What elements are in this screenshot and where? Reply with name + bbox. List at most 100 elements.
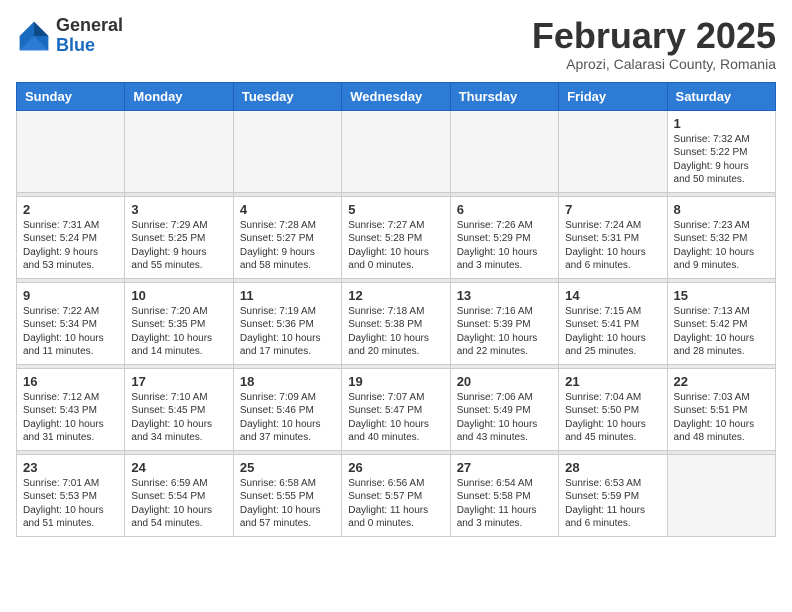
day-number: 6 bbox=[457, 202, 552, 217]
weekday-header-row: SundayMondayTuesdayWednesdayThursdayFrid… bbox=[17, 82, 776, 110]
calendar-cell bbox=[667, 454, 775, 536]
day-number: 17 bbox=[131, 374, 226, 389]
calendar-cell bbox=[559, 110, 667, 192]
title-block: February 2025 Aprozi, Calarasi County, R… bbox=[532, 16, 776, 72]
day-info: Sunrise: 7:26 AM Sunset: 5:29 PM Dayligh… bbox=[457, 219, 552, 273]
day-number: 9 bbox=[23, 288, 118, 303]
calendar-cell: 8 Sunrise: 7:23 AM Sunset: 5:32 PM Daylig… bbox=[667, 196, 775, 278]
day-info: Sunrise: 7:23 AM Sunset: 5:32 PM Dayligh… bbox=[674, 219, 769, 273]
calendar-cell: 25 Sunrise: 6:58 AM Sunset: 5:55 PM Dayli… bbox=[233, 454, 341, 536]
day-number: 3 bbox=[131, 202, 226, 217]
day-info: Sunrise: 7:12 AM Sunset: 5:43 PM Dayligh… bbox=[23, 391, 118, 445]
day-number: 18 bbox=[240, 374, 335, 389]
day-number: 15 bbox=[674, 288, 769, 303]
calendar-cell: 5 Sunrise: 7:27 AM Sunset: 5:28 PM Daylig… bbox=[342, 196, 450, 278]
day-info: Sunrise: 7:32 AM Sunset: 5:22 PM Dayligh… bbox=[674, 133, 769, 187]
day-info: Sunrise: 7:07 AM Sunset: 5:47 PM Dayligh… bbox=[348, 391, 443, 445]
calendar-cell: 12 Sunrise: 7:18 AM Sunset: 5:38 PM Dayli… bbox=[342, 282, 450, 364]
day-number: 24 bbox=[131, 460, 226, 475]
day-number: 12 bbox=[348, 288, 443, 303]
day-info: Sunrise: 7:04 AM Sunset: 5:50 PM Dayligh… bbox=[565, 391, 660, 445]
calendar-cell: 14Sunrise: 7:15 AM Sunset: 5:41 PM Dayli… bbox=[559, 282, 667, 364]
day-info: Sunrise: 7:28 AM Sunset: 5:27 PM Dayligh… bbox=[240, 219, 335, 273]
day-info: Sunrise: 7:29 AM Sunset: 5:25 PM Dayligh… bbox=[131, 219, 226, 273]
month-title: February 2025 bbox=[532, 16, 776, 56]
day-number: 10 bbox=[131, 288, 226, 303]
day-number: 22 bbox=[674, 374, 769, 389]
calendar-cell: 16 Sunrise: 7:12 AM Sunset: 5:43 PM Dayli… bbox=[17, 368, 125, 450]
page-header: General Blue February 2025 Aprozi, Calar… bbox=[16, 16, 776, 72]
day-number: 5 bbox=[348, 202, 443, 217]
calendar-cell: 4 Sunrise: 7:28 AM Sunset: 5:27 PM Daylig… bbox=[233, 196, 341, 278]
calendar-cell: 21 Sunrise: 7:04 AM Sunset: 5:50 PM Dayli… bbox=[559, 368, 667, 450]
weekday-header: Tuesday bbox=[233, 82, 341, 110]
day-number: 13 bbox=[457, 288, 552, 303]
calendar-cell: 24 Sunrise: 6:59 AM Sunset: 5:54 PM Dayli… bbox=[125, 454, 233, 536]
day-number: 21 bbox=[565, 374, 660, 389]
day-info: Sunrise: 6:56 AM Sunset: 5:57 PM Dayligh… bbox=[348, 477, 443, 531]
calendar-cell bbox=[342, 110, 450, 192]
day-info: Sunrise: 7:20 AM Sunset: 5:35 PM Dayligh… bbox=[131, 305, 226, 359]
day-number: 4 bbox=[240, 202, 335, 217]
calendar-week-row: 2Sunrise: 7:31 AM Sunset: 5:24 PM Daylig… bbox=[17, 196, 776, 278]
day-info: Sunrise: 7:31 AM Sunset: 5:24 PM Dayligh… bbox=[23, 219, 118, 273]
calendar-cell: 1 Sunrise: 7:32 AM Sunset: 5:22 PM Daylig… bbox=[667, 110, 775, 192]
day-number: 20 bbox=[457, 374, 552, 389]
calendar-cell: 3 Sunrise: 7:29 AM Sunset: 5:25 PM Daylig… bbox=[125, 196, 233, 278]
day-info: Sunrise: 6:58 AM Sunset: 5:55 PM Dayligh… bbox=[240, 477, 335, 531]
calendar-week-row: 23Sunrise: 7:01 AM Sunset: 5:53 PM Dayli… bbox=[17, 454, 776, 536]
logo-blue-text: Blue bbox=[56, 35, 95, 55]
calendar-table: SundayMondayTuesdayWednesdayThursdayFrid… bbox=[16, 82, 776, 537]
day-number: 1 bbox=[674, 116, 769, 131]
day-number: 19 bbox=[348, 374, 443, 389]
day-info: Sunrise: 6:53 AM Sunset: 5:59 PM Dayligh… bbox=[565, 477, 660, 531]
weekday-header: Monday bbox=[125, 82, 233, 110]
logo-general-text: General bbox=[56, 15, 123, 35]
calendar-cell bbox=[17, 110, 125, 192]
day-number: 27 bbox=[457, 460, 552, 475]
location-text: Aprozi, Calarasi County, Romania bbox=[532, 56, 776, 72]
calendar-cell: 23Sunrise: 7:01 AM Sunset: 5:53 PM Dayli… bbox=[17, 454, 125, 536]
day-number: 8 bbox=[674, 202, 769, 217]
day-info: Sunrise: 7:18 AM Sunset: 5:38 PM Dayligh… bbox=[348, 305, 443, 359]
weekday-header: Wednesday bbox=[342, 82, 450, 110]
calendar-cell: 15 Sunrise: 7:13 AM Sunset: 5:42 PM Dayli… bbox=[667, 282, 775, 364]
day-number: 26 bbox=[348, 460, 443, 475]
day-number: 23 bbox=[23, 460, 118, 475]
calendar-cell: 13Sunrise: 7:16 AM Sunset: 5:39 PM Dayli… bbox=[450, 282, 558, 364]
calendar-cell: 27 Sunrise: 6:54 AM Sunset: 5:58 PM Dayli… bbox=[450, 454, 558, 536]
day-info: Sunrise: 7:13 AM Sunset: 5:42 PM Dayligh… bbox=[674, 305, 769, 359]
day-info: Sunrise: 7:10 AM Sunset: 5:45 PM Dayligh… bbox=[131, 391, 226, 445]
day-info: Sunrise: 6:59 AM Sunset: 5:54 PM Dayligh… bbox=[131, 477, 226, 531]
weekday-header: Saturday bbox=[667, 82, 775, 110]
calendar-cell: 28 Sunrise: 6:53 AM Sunset: 5:59 PM Dayli… bbox=[559, 454, 667, 536]
day-number: 11 bbox=[240, 288, 335, 303]
day-number: 14 bbox=[565, 288, 660, 303]
calendar-cell: 20 Sunrise: 7:06 AM Sunset: 5:49 PM Dayli… bbox=[450, 368, 558, 450]
weekday-header: Sunday bbox=[17, 82, 125, 110]
day-info: Sunrise: 7:09 AM Sunset: 5:46 PM Dayligh… bbox=[240, 391, 335, 445]
day-info: Sunrise: 6:54 AM Sunset: 5:58 PM Dayligh… bbox=[457, 477, 552, 531]
calendar-cell bbox=[125, 110, 233, 192]
day-number: 16 bbox=[23, 374, 118, 389]
calendar-cell: 7Sunrise: 7:24 AM Sunset: 5:31 PM Daylig… bbox=[559, 196, 667, 278]
calendar-cell: 18 Sunrise: 7:09 AM Sunset: 5:46 PM Dayli… bbox=[233, 368, 341, 450]
calendar-cell bbox=[450, 110, 558, 192]
calendar-week-row: 16 Sunrise: 7:12 AM Sunset: 5:43 PM Dayli… bbox=[17, 368, 776, 450]
calendar-week-row: 9Sunrise: 7:22 AM Sunset: 5:34 PM Daylig… bbox=[17, 282, 776, 364]
calendar-cell: 22 Sunrise: 7:03 AM Sunset: 5:51 PM Dayli… bbox=[667, 368, 775, 450]
calendar-cell: 17 Sunrise: 7:10 AM Sunset: 5:45 PM Dayli… bbox=[125, 368, 233, 450]
calendar-week-row: 1 Sunrise: 7:32 AM Sunset: 5:22 PM Daylig… bbox=[17, 110, 776, 192]
day-info: Sunrise: 7:27 AM Sunset: 5:28 PM Dayligh… bbox=[348, 219, 443, 273]
calendar-cell: 19 Sunrise: 7:07 AM Sunset: 5:47 PM Dayli… bbox=[342, 368, 450, 450]
day-info: Sunrise: 7:19 AM Sunset: 5:36 PM Dayligh… bbox=[240, 305, 335, 359]
weekday-header: Thursday bbox=[450, 82, 558, 110]
logo: General Blue bbox=[16, 16, 123, 56]
day-info: Sunrise: 7:06 AM Sunset: 5:49 PM Dayligh… bbox=[457, 391, 552, 445]
day-number: 25 bbox=[240, 460, 335, 475]
day-number: 28 bbox=[565, 460, 660, 475]
weekday-header: Friday bbox=[559, 82, 667, 110]
day-info: Sunrise: 7:03 AM Sunset: 5:51 PM Dayligh… bbox=[674, 391, 769, 445]
calendar-cell: 9Sunrise: 7:22 AM Sunset: 5:34 PM Daylig… bbox=[17, 282, 125, 364]
calendar-cell: 6 Sunrise: 7:26 AM Sunset: 5:29 PM Daylig… bbox=[450, 196, 558, 278]
